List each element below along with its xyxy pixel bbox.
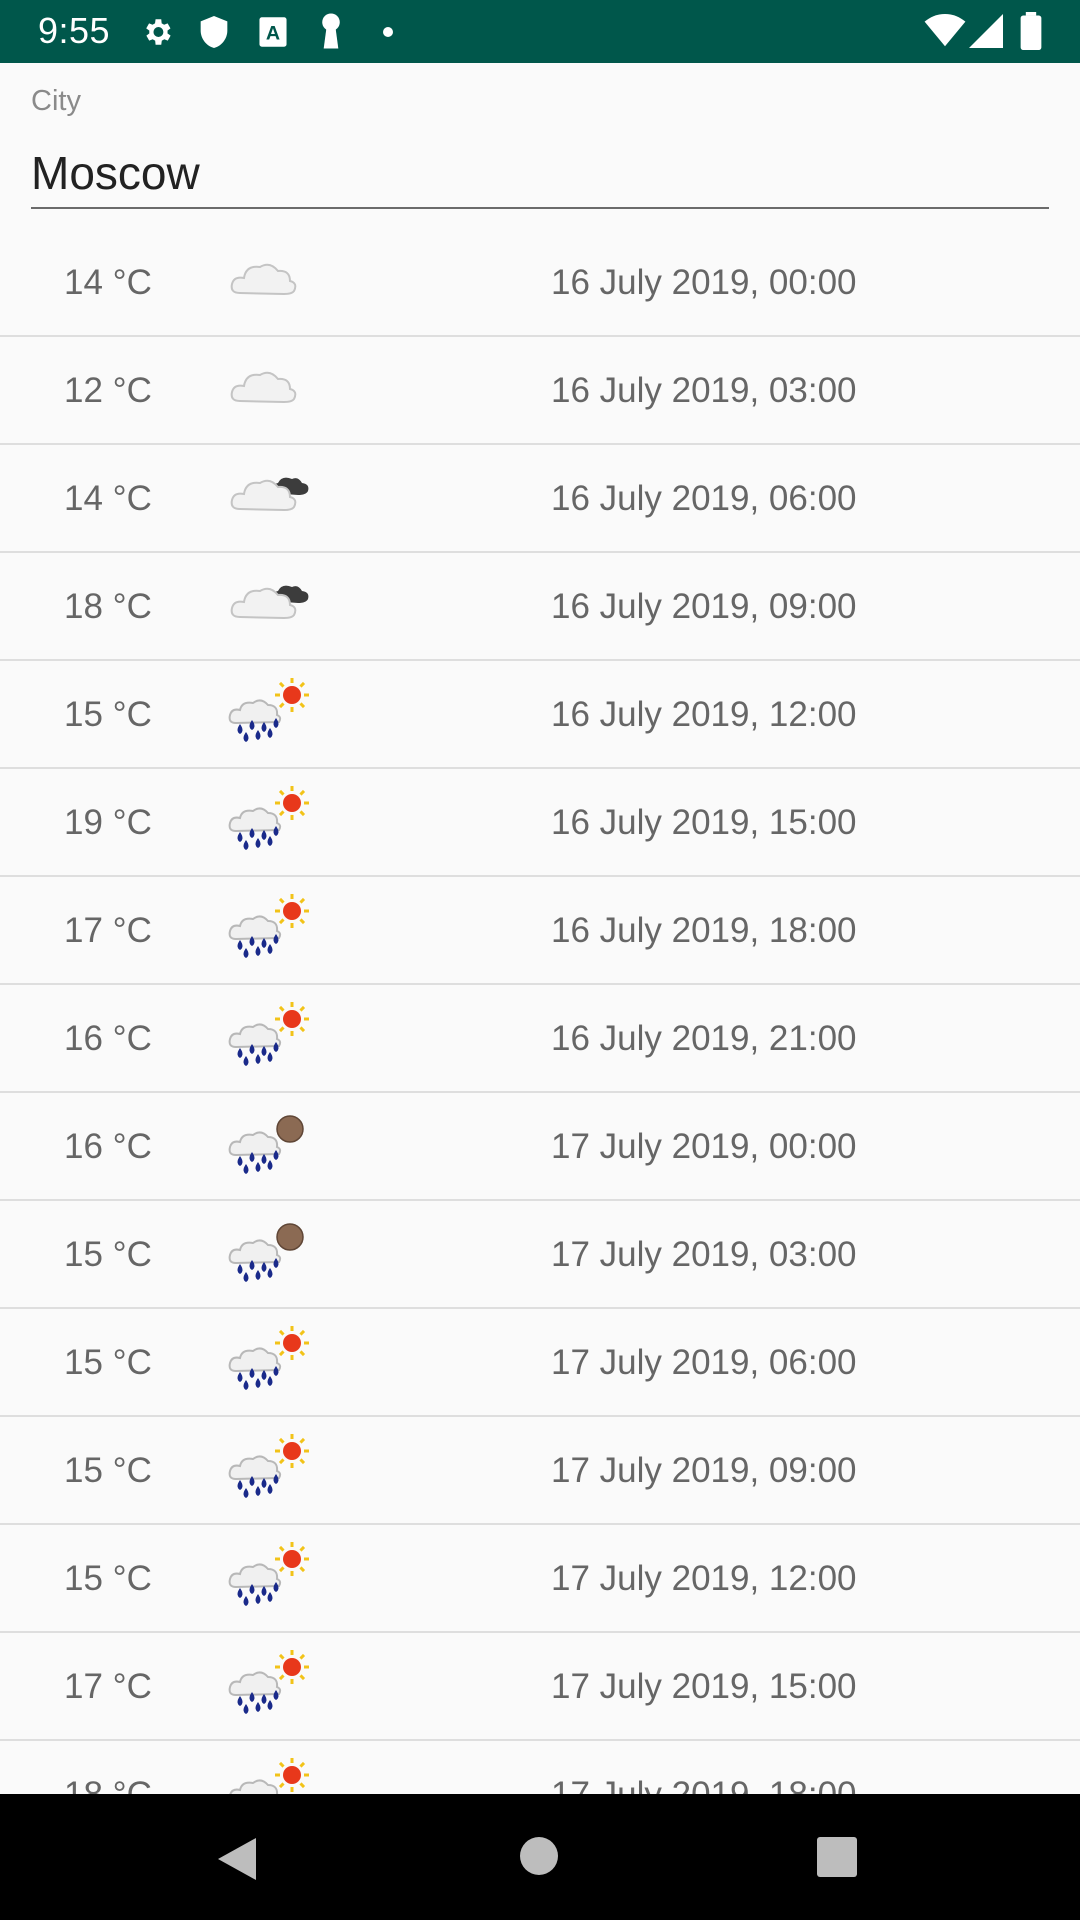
temperature: 15 °C [64, 695, 152, 734]
weather-rain-sun-icon [228, 1434, 309, 1498]
temperature: 18 °C [64, 1775, 152, 1794]
forecast-datetime: 17 July 2019, 03:00 [551, 1235, 857, 1274]
forecast-row[interactable]: 15 °C 17 July 2019, 12:00 [0, 1525, 1080, 1633]
text-a-icon: A [259, 17, 287, 47]
signal-icon [969, 14, 1003, 48]
temperature: 14 °C [64, 263, 152, 302]
status-bar: 9:55 A [0, 0, 1080, 63]
temperature: 19 °C [64, 803, 152, 842]
forecast-list[interactable]: 14 °C 16 July 2019, 00:00 12 °C 16 July 201… [0, 229, 1080, 1794]
forecast-row[interactable]: 15 °C 17 July 2019, 09:00 [0, 1417, 1080, 1525]
gear-icon [146, 19, 171, 45]
forecast-datetime: 17 July 2019, 09:00 [551, 1451, 857, 1490]
forecast-datetime: 16 July 2019, 09:00 [551, 587, 857, 626]
weather-cloudy-icon [230, 371, 297, 404]
weather-rain-sun-icon [228, 678, 309, 742]
forecast-datetime: 16 July 2019, 00:00 [551, 263, 857, 302]
forecast-row[interactable]: 19 °C 16 July 2019, 15:00 [0, 769, 1080, 877]
forecast-row[interactable]: 15 °C 17 July 2019, 03:00 [0, 1201, 1080, 1309]
forecast-datetime: 17 July 2019, 18:00 [551, 1775, 857, 1794]
back-icon[interactable] [216, 1836, 258, 1882]
weather-cloudy-icon [230, 263, 297, 296]
forecast-row[interactable]: 14 °C 16 July 2019, 00:00 [0, 229, 1080, 337]
wifi-icon [924, 14, 966, 47]
forecast-datetime: 16 July 2019, 21:00 [551, 1019, 857, 1058]
forecast-datetime: 17 July 2019, 12:00 [551, 1559, 857, 1598]
forecast-datetime: 16 July 2019, 03:00 [551, 371, 857, 410]
forecast-row[interactable]: 17 °C 17 July 2019, 15:00 [0, 1633, 1080, 1741]
forecast-datetime: 16 July 2019, 06:00 [551, 479, 857, 518]
weather-rain-sun-icon [228, 1542, 309, 1606]
weather-dark-cloudy-icon [230, 585, 309, 620]
home-icon[interactable] [519, 1836, 559, 1876]
weather-rain-sun-icon [228, 1650, 309, 1714]
temperature: 15 °C [64, 1451, 152, 1490]
weather-rain-moon-icon [228, 1115, 304, 1174]
forecast-datetime: 17 July 2019, 06:00 [551, 1343, 857, 1382]
temperature: 12 °C [64, 371, 152, 410]
temperature: 15 °C [64, 1343, 152, 1382]
forecast-row[interactable]: 15 °C 17 July 2019, 06:00 [0, 1309, 1080, 1417]
city-label: City [31, 85, 81, 117]
forecast-row[interactable]: 17 °C 16 July 2019, 18:00 [0, 877, 1080, 985]
temperature: 18 °C [64, 587, 152, 626]
forecast-datetime: 16 July 2019, 12:00 [551, 695, 857, 734]
forecast-datetime: 17 July 2019, 15:00 [551, 1667, 857, 1706]
weather-rain-sun-icon [228, 894, 309, 958]
navigation-bar [0, 1794, 1080, 1920]
weather-rain-sun-icon [228, 786, 309, 850]
keyhole-icon [322, 13, 340, 49]
forecast-row[interactable]: 14 °C 16 July 2019, 06:00 [0, 445, 1080, 553]
temperature: 17 °C [64, 1667, 152, 1706]
forecast-row[interactable]: 18 °C 16 July 2019, 09:00 [0, 553, 1080, 661]
temperature: 15 °C [64, 1559, 152, 1598]
temperature: 15 °C [64, 1235, 152, 1274]
weather-rain-moon-icon [228, 1223, 304, 1282]
battery-icon [1020, 12, 1042, 50]
forecast-datetime: 17 July 2019, 00:00 [551, 1127, 857, 1166]
temperature: 16 °C [64, 1019, 152, 1058]
forecast-datetime: 16 July 2019, 18:00 [551, 911, 857, 950]
forecast-row[interactable]: 16 °C 17 July 2019, 00:00 [0, 1093, 1080, 1201]
weather-rain-sun-icon [228, 1002, 309, 1066]
forecast-row[interactable]: 16 °C 16 July 2019, 21:00 [0, 985, 1080, 1093]
forecast-row[interactable]: 15 °C 16 July 2019, 12:00 [0, 661, 1080, 769]
dot-icon [383, 27, 393, 37]
temperature: 14 °C [64, 479, 152, 518]
weather-rain-sun-icon [228, 1326, 309, 1390]
city-field[interactable]: City [31, 63, 1049, 213]
svg-text:A: A [266, 22, 280, 44]
temperature: 16 °C [64, 1127, 152, 1166]
city-input[interactable] [31, 143, 1049, 203]
forecast-row[interactable]: 12 °C 16 July 2019, 03:00 [0, 337, 1080, 445]
city-input-underline [31, 207, 1049, 209]
forecast-datetime: 16 July 2019, 15:00 [551, 803, 857, 842]
temperature: 17 °C [64, 911, 152, 950]
status-time: 9:55 [38, 10, 111, 51]
weather-dark-cloudy-icon [230, 477, 309, 512]
shield-icon [200, 16, 228, 48]
weather-rain-sun-icon [229, 1758, 309, 1794]
forecast-row[interactable]: 18 °C 17 July 2019, 18:00 [0, 1741, 1080, 1794]
recents-icon[interactable] [817, 1837, 857, 1877]
